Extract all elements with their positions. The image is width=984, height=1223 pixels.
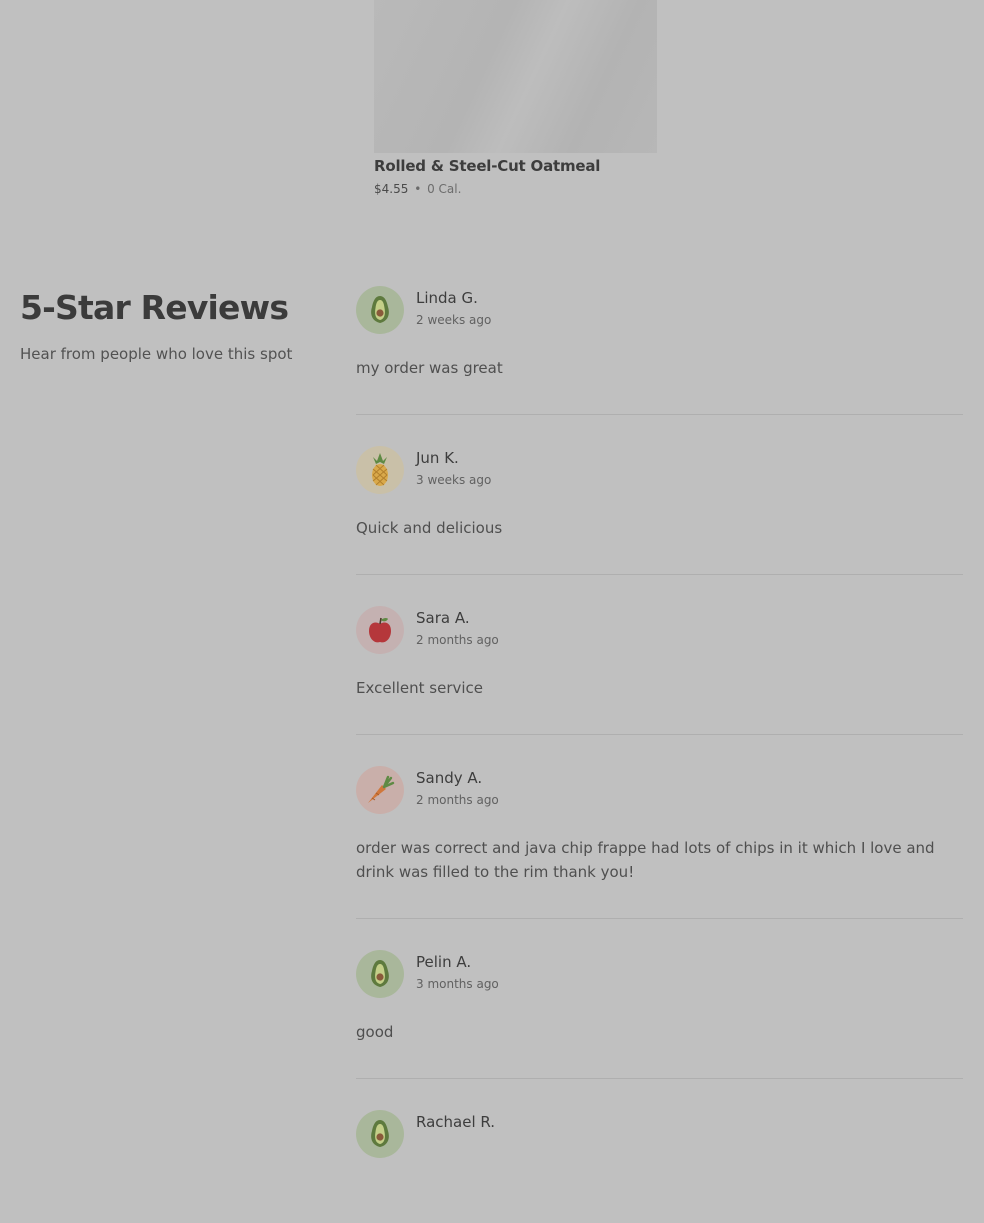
reviews-list: Linda G. 2 weeks ago my order was great … <box>356 286 963 1223</box>
menu-item-image[interactable] <box>374 0 657 153</box>
menu-item-card[interactable]: Rolled & Steel-Cut Oatmeal $4.55 • 0 Cal… <box>374 0 657 196</box>
review-item: Pelin A. 3 months ago good <box>356 950 963 1079</box>
menu-item-name: Rolled & Steel-Cut Oatmeal <box>374 157 601 175</box>
review-text: Quick and delicious <box>356 519 503 537</box>
review-item: Sara A. 2 months ago Excellent service <box>356 606 963 735</box>
avatar <box>356 286 404 334</box>
reviewer-name: Pelin A. <box>416 953 472 971</box>
reviewer-name: Rachael R. <box>416 1113 496 1131</box>
review-time: 2 weeks ago <box>416 313 492 327</box>
carrot-icon <box>368 775 395 803</box>
reviewer-name: Jun K. <box>416 449 459 467</box>
avatar <box>356 766 404 814</box>
reviewer-name: Sara A. <box>416 609 470 627</box>
review-item: Rachael R. <box>356 1110 963 1192</box>
review-text: good <box>356 1023 394 1041</box>
reviews-section-title: 5-Star Reviews <box>20 288 289 327</box>
reviewer-name: Linda G. <box>416 289 478 307</box>
reviews-section-subtitle: Hear from people who love this spot <box>20 345 293 363</box>
review-time: 3 weeks ago <box>416 473 492 487</box>
pineapple-icon <box>372 453 388 486</box>
review-time: 2 months ago <box>416 633 499 647</box>
review-time: 3 months ago <box>416 977 499 991</box>
review-item: Sandy A. 2 months ago order was correct … <box>356 766 963 919</box>
review-text: my order was great <box>356 359 503 377</box>
review-time: 2 months ago <box>416 793 499 807</box>
review-item: Linda G. 2 weeks ago my order was great <box>356 286 963 415</box>
avatar <box>356 606 404 654</box>
menu-item-price: $4.55 <box>374 182 409 196</box>
avatar <box>356 446 404 494</box>
apple-icon <box>369 617 391 643</box>
avocado-icon <box>371 296 389 323</box>
reviewer-name: Sandy A. <box>416 769 483 787</box>
avatar <box>356 950 404 998</box>
menu-item-meta: $4.55 • 0 Cal. <box>374 182 657 196</box>
review-item: Jun K. 3 weeks ago Quick and delicious <box>356 446 963 575</box>
review-text: Excellent service <box>356 679 484 697</box>
review-text: order was correct and java chip frappe h… <box>356 839 935 881</box>
avatar <box>356 1110 404 1158</box>
avocado-icon <box>371 960 389 987</box>
menu-item-calories: 0 Cal. <box>427 182 462 196</box>
meta-separator: • <box>414 182 422 196</box>
avocado-icon <box>371 1120 389 1147</box>
